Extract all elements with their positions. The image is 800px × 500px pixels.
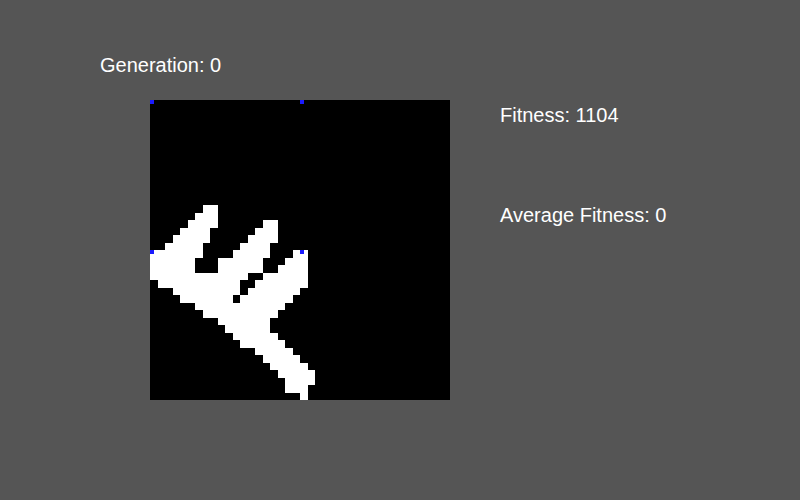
- pixel-run: [240, 340, 285, 348]
- fitness-label: Fitness: 1104: [500, 102, 666, 128]
- stats-panel: Fitness: 1104 Average Fitness: 0: [500, 100, 666, 228]
- pixel-run: [150, 273, 248, 281]
- pixel-run: [173, 235, 211, 243]
- pixel-run: [285, 258, 308, 266]
- pixel-run: [255, 228, 278, 236]
- pixel-run: [195, 303, 285, 311]
- drawing-canvas: [150, 100, 450, 400]
- pixel-run: [300, 393, 308, 401]
- pixel-run: [255, 280, 308, 288]
- pixel-run: [150, 265, 195, 273]
- pixel-run: [218, 258, 263, 266]
- generation-label: Generation: 0: [100, 52, 800, 78]
- pixel-run: [203, 310, 278, 318]
- pixel-run: [165, 243, 203, 251]
- corner-marker: [150, 100, 154, 104]
- pixel-run: [150, 258, 195, 266]
- corner-marker: [300, 250, 304, 254]
- pixel-run: [263, 220, 278, 228]
- pixel-run: [255, 348, 293, 356]
- pixel-run: [225, 325, 270, 333]
- main-area: Fitness: 1104 Average Fitness: 0: [150, 100, 800, 400]
- pixel-run: [285, 378, 315, 386]
- pixel-run: [248, 288, 301, 296]
- pixel-run: [218, 265, 263, 273]
- average-fitness-label: Average Fitness: 0: [500, 202, 666, 228]
- corner-marker: [300, 100, 304, 104]
- stage: Generation: 0 Fitness: 1104 Average Fitn…: [0, 0, 800, 400]
- pixel-run: [263, 273, 308, 281]
- pixel-run: [158, 280, 241, 288]
- pixel-run: [180, 295, 233, 303]
- pixel-run: [180, 228, 210, 236]
- pixel-run: [203, 205, 218, 213]
- pixel-run: [233, 250, 271, 258]
- corner-marker: [150, 250, 154, 254]
- pixel-run: [150, 250, 203, 258]
- pixel-run: [195, 213, 218, 221]
- pixel-run: [188, 220, 218, 228]
- pixel-run: [173, 288, 241, 296]
- pixel-run: [240, 295, 293, 303]
- pixel-run: [233, 333, 278, 341]
- pixel-run: [278, 265, 308, 273]
- pixel-run: [285, 385, 308, 393]
- pixel-run: [248, 235, 278, 243]
- pixel-run: [278, 370, 316, 378]
- pixel-run: [240, 243, 270, 251]
- pixel-run: [263, 355, 301, 363]
- pixel-run: [270, 363, 308, 371]
- pixel-run: [218, 318, 271, 326]
